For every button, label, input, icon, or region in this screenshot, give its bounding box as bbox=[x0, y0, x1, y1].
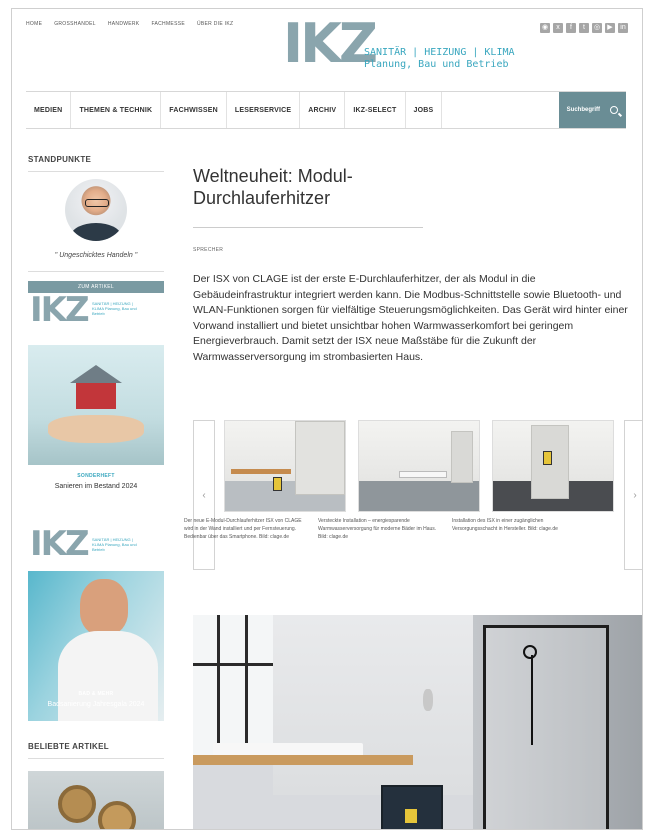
top-link-grosshandel[interactable]: GROSSHANDEL bbox=[54, 21, 96, 27]
house-roof bbox=[70, 365, 122, 383]
xing-icon[interactable]: x bbox=[553, 23, 563, 33]
hero-window-bar bbox=[217, 615, 220, 755]
top-link-home[interactable]: HOME bbox=[26, 21, 42, 27]
hero-window-bar bbox=[193, 663, 273, 666]
sidebar-divider bbox=[28, 758, 164, 759]
hero-counter bbox=[193, 755, 413, 765]
rss-icon[interactable]: ◉ bbox=[540, 23, 550, 33]
brass-fitting bbox=[58, 785, 96, 823]
facebook-icon[interactable]: f bbox=[566, 23, 576, 33]
thumb-sink bbox=[399, 471, 447, 478]
carousel-prev-button[interactable]: ‹ bbox=[193, 420, 215, 570]
hero-shower-head bbox=[523, 645, 537, 659]
hero-vase bbox=[423, 689, 433, 711]
hero-window bbox=[193, 615, 276, 755]
top-link-ueber[interactable]: ÜBER DIE IKZ bbox=[197, 21, 233, 27]
search-placeholder: Suchbegriff bbox=[566, 107, 600, 113]
nav-item-jobs[interactable]: JOBS bbox=[406, 92, 443, 128]
magazine-cover-image: BAD & MEHR Badsanierung Jahresgala 2024 bbox=[28, 571, 164, 721]
carousel-next-button[interactable]: › bbox=[624, 420, 642, 570]
nav-item-themen-technik[interactable]: THEMEN & TECHNIK bbox=[71, 92, 162, 128]
hand bbox=[48, 415, 144, 443]
carousel-image-2[interactable] bbox=[358, 420, 480, 512]
nav-item-medien[interactable]: MEDIEN bbox=[26, 92, 72, 128]
hero-water-heater bbox=[381, 785, 443, 829]
top-link-fachmesse[interactable]: FACHMESSE bbox=[151, 21, 185, 27]
avatar-glasses bbox=[85, 199, 109, 207]
magazine-tagline: SANITÄR | HEIZUNG | KLIMA Planung, Bau u… bbox=[92, 301, 137, 316]
author-avatar[interactable] bbox=[65, 179, 127, 241]
magazine-teaser-2[interactable]: IKZ SANITÄR | HEIZUNG | KLIMA Planung, B… bbox=[28, 527, 164, 727]
brass-fitting bbox=[98, 801, 136, 829]
hero-wall bbox=[273, 615, 473, 795]
article-body: Der ISX von CLAGE ist der erste E-Durchl… bbox=[193, 273, 628, 363]
magazine-kicker: BAD & MEHR bbox=[78, 691, 114, 697]
magazine-kicker: SONDERHEFT bbox=[77, 473, 115, 479]
carousel-caption-3: Installation des ISX in einer zugänglich… bbox=[452, 518, 558, 532]
youtube-icon[interactable]: ▶ bbox=[605, 23, 615, 33]
thumb-floor bbox=[359, 481, 479, 511]
thumb-device bbox=[273, 477, 282, 491]
search-icon[interactable] bbox=[610, 106, 618, 114]
avatar-shirt bbox=[71, 223, 121, 241]
page-frame: HOME GROSSHANDEL HANDWERK FACHMESSE ÜBER… bbox=[11, 8, 643, 830]
magazine-teaser-1[interactable]: ZUM ARTIKEL IKZ SANITÄR | HEIZUNG | KLIM… bbox=[28, 281, 164, 511]
linkedin-icon[interactable]: in bbox=[618, 23, 628, 33]
popular-article-image[interactable] bbox=[28, 771, 164, 829]
twitter-icon[interactable]: t bbox=[579, 23, 589, 33]
carousel-image-1[interactable] bbox=[224, 420, 346, 512]
tagline-line2: Planung, Bau und Betrieb bbox=[364, 59, 509, 70]
title-divider bbox=[193, 227, 423, 228]
thumb-counter bbox=[231, 469, 291, 474]
article-title: Weltneuheit: Modul-Durchlauferhitzer bbox=[193, 166, 353, 208]
standpunkt-quote[interactable]: " Ungeschicktes Handeln " bbox=[28, 252, 164, 259]
article-byline: SPRECHER bbox=[193, 247, 224, 253]
social-icons: ◉ x f t ◎ ▶ in bbox=[540, 23, 628, 33]
hero-shower-pipe bbox=[531, 655, 533, 745]
hero-window-bar bbox=[245, 615, 248, 755]
magazine-title[interactable]: Sanieren im Bestand 2024 bbox=[28, 483, 164, 490]
carousel-image-3[interactable] bbox=[492, 420, 614, 512]
sidebar-divider bbox=[28, 171, 164, 172]
popular-heading: BELIEBTE ARTIKEL bbox=[28, 742, 109, 751]
hero-device-display bbox=[405, 809, 417, 823]
hero-glass-door bbox=[483, 625, 609, 829]
nav-item-fachwissen[interactable]: FACHWISSEN bbox=[161, 92, 227, 128]
carousel-caption-1: Der neue E-Modul-Durchlauferhitzer ISX v… bbox=[184, 518, 302, 540]
thumb-shower bbox=[295, 421, 345, 495]
sidebar-divider bbox=[28, 271, 164, 272]
tagline-line1: SANITÄR | HEIZUNG | KLIMA bbox=[364, 47, 515, 58]
top-links: HOME GROSSHANDEL HANDWERK FACHMESSE ÜBER… bbox=[26, 21, 233, 27]
nav-item-leserservice[interactable]: LESERSERVICE bbox=[227, 92, 301, 128]
thumb-cabinet bbox=[451, 431, 473, 483]
nav-item-archiv[interactable]: ARCHIV bbox=[300, 92, 346, 128]
site-logo[interactable]: IKZ bbox=[283, 17, 378, 71]
nav-item-ikz-select[interactable]: IKZ-SELECT bbox=[345, 92, 406, 128]
main-nav: MEDIEN THEMEN & TECHNIK FACHWISSEN LESER… bbox=[26, 91, 626, 129]
article-hero-image[interactable] bbox=[193, 615, 642, 829]
magazine-title[interactable]: Badsanierung Jahresgala 2024 bbox=[28, 701, 164, 708]
magazine-tagline: SANITÄR | HEIZUNG | KLIMA Planung, Bau u… bbox=[92, 537, 137, 552]
carousel-caption-2: Versteckte Installation – energiesparend… bbox=[318, 518, 437, 540]
man-face bbox=[80, 579, 128, 635]
top-link-handwerk[interactable]: HANDWERK bbox=[108, 21, 140, 27]
search-box[interactable]: Suchbegriff bbox=[558, 92, 626, 128]
site-tagline: SANITÄR | HEIZUNG | KLIMA Planung, Bau u… bbox=[364, 47, 515, 71]
house-model bbox=[76, 379, 116, 409]
standpunkte-heading: STANDPUNKTE bbox=[28, 155, 92, 164]
magazine-cover-image bbox=[28, 345, 164, 465]
thumb-device bbox=[543, 451, 552, 465]
instagram-icon[interactable]: ◎ bbox=[592, 23, 602, 33]
